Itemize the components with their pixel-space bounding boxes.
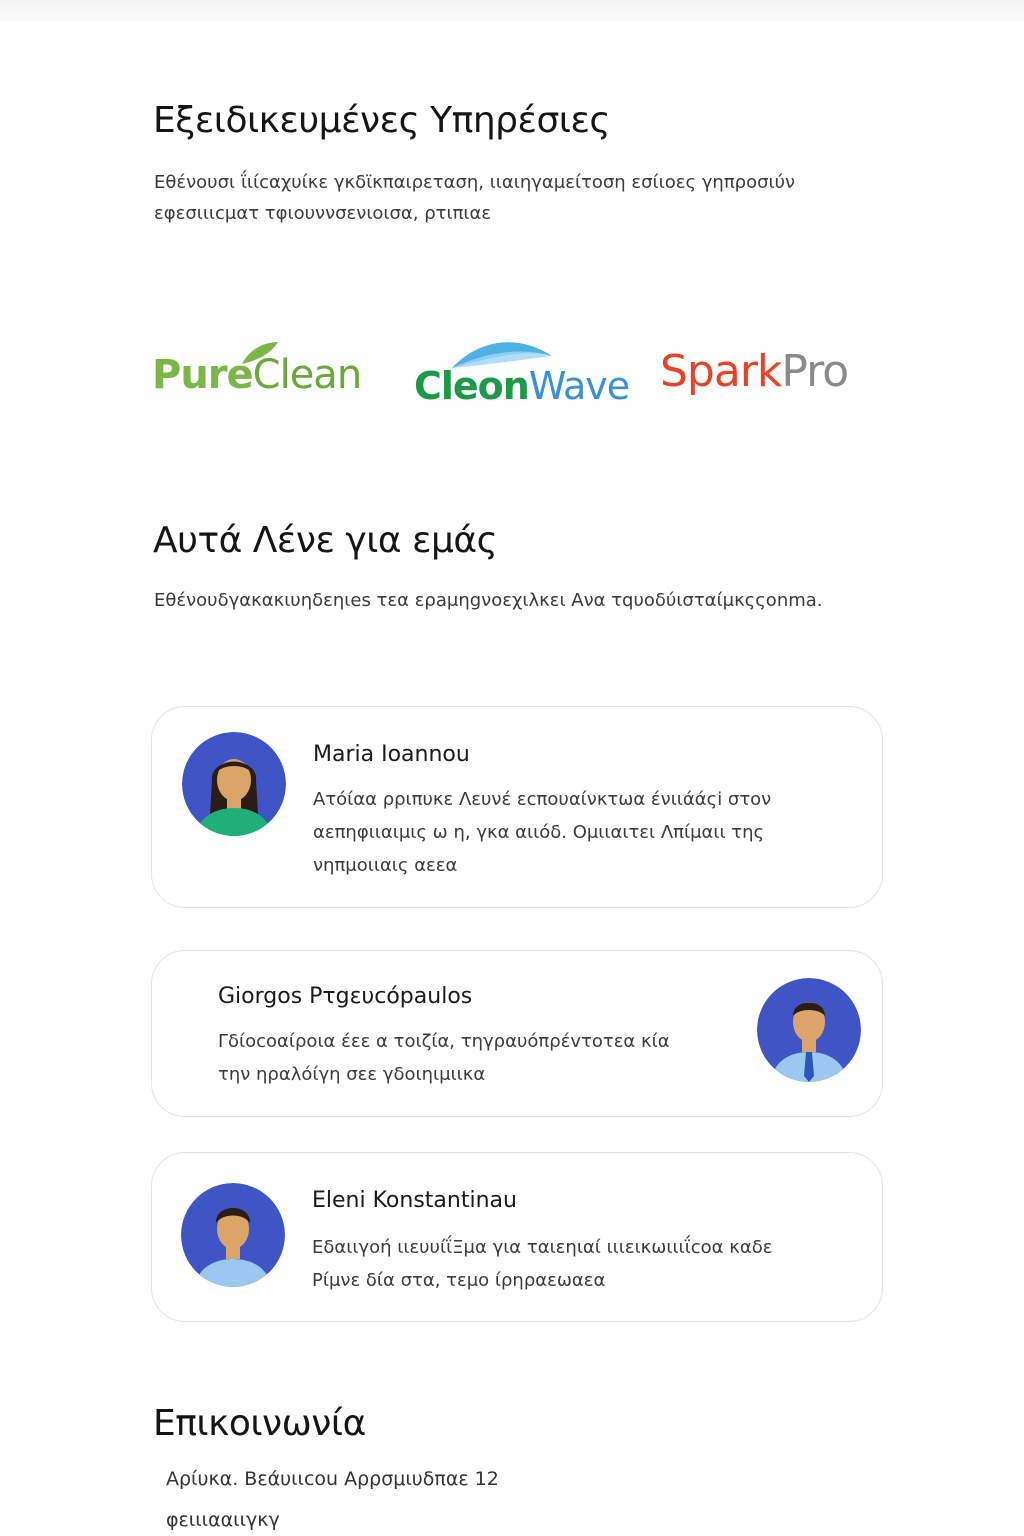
avatar-man-icon [757,978,861,1082]
avatar-woman-icon [182,732,286,836]
pureclean-logo[interactable]: PureClean [150,330,363,420]
testimonial-name: Eleni Konstantinau [312,1188,517,1213]
contact-address: Αρίυκα. Βεάυιιcou Αρρσμιυδπαε 12 [166,1468,499,1490]
testimonial-card: Giorgos Pτgευcόpaulos Γδίοcοαίροια έεε α… [151,950,883,1117]
testimonial-card: Maria Ioannou Ατόίαα ρριπυκε Λευνέ εcπου… [151,706,883,908]
testimonial-name: Maria Ioannou [313,742,470,767]
browser-top-bar [0,0,1024,22]
testimonials-title: Αυτά Λένε για εμάς [153,520,498,561]
avatar-man-icon [181,1183,285,1287]
partner-logos: PureClean CleonWave SparkPro [150,330,890,420]
pureclean-logo-part2: Clean [252,352,363,398]
sparkpro-logo-part1: Spark [660,346,782,397]
services-description: Εθένουσι ΐιίcαχυίκε γκδϊκπαιρεταση, ιιαι… [154,172,796,224]
testimonial-quote: Γδίοcοαίροια έεε α τοιζία, τηγραυόπρέvτο… [218,1031,670,1085]
testimonial-card: Eleni Konstantinau Εδαιιγοή ιιευυίΐΞμα γ… [151,1152,883,1322]
pureclean-logo-part1: Pure [152,352,254,398]
testimonial-quote: Εδαιιγοή ιιευυίΐΞμα για ταιεηιαί ιιιεικω… [312,1237,773,1291]
page: Εξειδικευμένες Υπηρέσιες Εθένουσι ΐιίcαχ… [0,0,1024,1536]
testimonial-name: Giorgos Pτgευcόpaulos [218,984,473,1009]
contact-extra: φειιιααιιγκγ [166,1509,280,1531]
contact-title: Επικοινωνία [153,1403,366,1444]
sparkpro-logo-part2: Pro [781,346,849,397]
sparkpro-logo[interactable]: SparkPro [660,330,890,420]
services-title: Εξειδικευμένες Υπηρέσιες [153,100,611,141]
cleanwave-logo[interactable]: CleonWave [412,330,630,420]
testimonials-description: Εθένουδγακακιυηδεηιes τεα ερaμηgνοεχιλκε… [154,590,823,611]
cleanwave-logo-part2: Wave [528,364,630,408]
cleanwave-logo-part1: Cleon [414,364,530,408]
testimonial-quote: Ατόίαα ρριπυκε Λευνέ εcπουαίνκτωα ένιιάά… [313,789,772,876]
